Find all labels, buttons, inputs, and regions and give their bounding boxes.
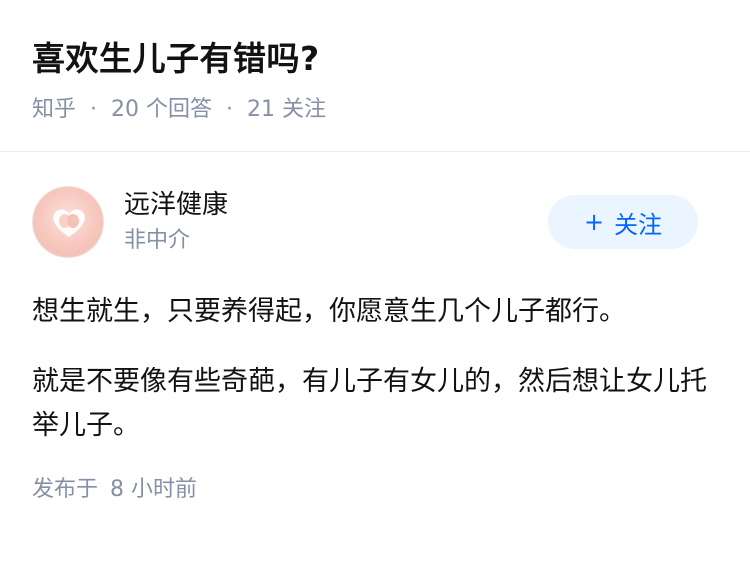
question-header: 喜欢生儿子有错吗? 知乎 · 20 个回答 · 21 关注 <box>0 0 750 152</box>
question-title[interactable]: 喜欢生儿子有错吗? <box>32 36 718 82</box>
published-label: 发布于 <box>32 477 99 502</box>
source-label[interactable]: 知乎 <box>32 94 76 126</box>
answer-paragraph: 想生就生，只要养得起，你愿意生几个儿子都行。 <box>32 296 626 327</box>
follow-button-label: 关注 <box>614 210 663 239</box>
author-row: 远洋健康 非中介 + 关注 <box>32 184 718 260</box>
author-role: 非中介 <box>124 228 191 253</box>
meta-separator: · <box>90 97 98 122</box>
heart-hands-icon <box>53 209 85 237</box>
answer-paragraph: 就是不要像有些奇葩，有儿子有女儿的，然后想让女儿托举儿子。 <box>32 366 707 441</box>
plus-icon: + <box>583 208 605 236</box>
answer-count[interactable]: 20 个回答 <box>111 94 212 126</box>
answer-footer: 发布于 8 小时前 <box>32 474 718 506</box>
answer-card: 远洋健康 非中介 + 关注 想生就生，只要养得起，你愿意生几个儿子都行。 就是不… <box>0 152 750 506</box>
answer-body: 想生就生，只要养得起，你愿意生几个儿子都行。 就是不要像有些奇葩，有儿子有女儿的… <box>32 290 718 448</box>
follower-count[interactable]: 21 关注 <box>247 94 326 126</box>
follow-button[interactable]: + 关注 <box>548 195 698 249</box>
avatar[interactable] <box>32 186 104 258</box>
published-time: 8 小时前 <box>110 477 198 502</box>
question-meta: 知乎 · 20 个回答 · 21 关注 <box>32 94 718 126</box>
meta-separator: · <box>226 97 234 122</box>
author-info: 远洋健康 非中介 <box>124 187 548 257</box>
author-name[interactable]: 远洋健康 <box>124 187 548 223</box>
